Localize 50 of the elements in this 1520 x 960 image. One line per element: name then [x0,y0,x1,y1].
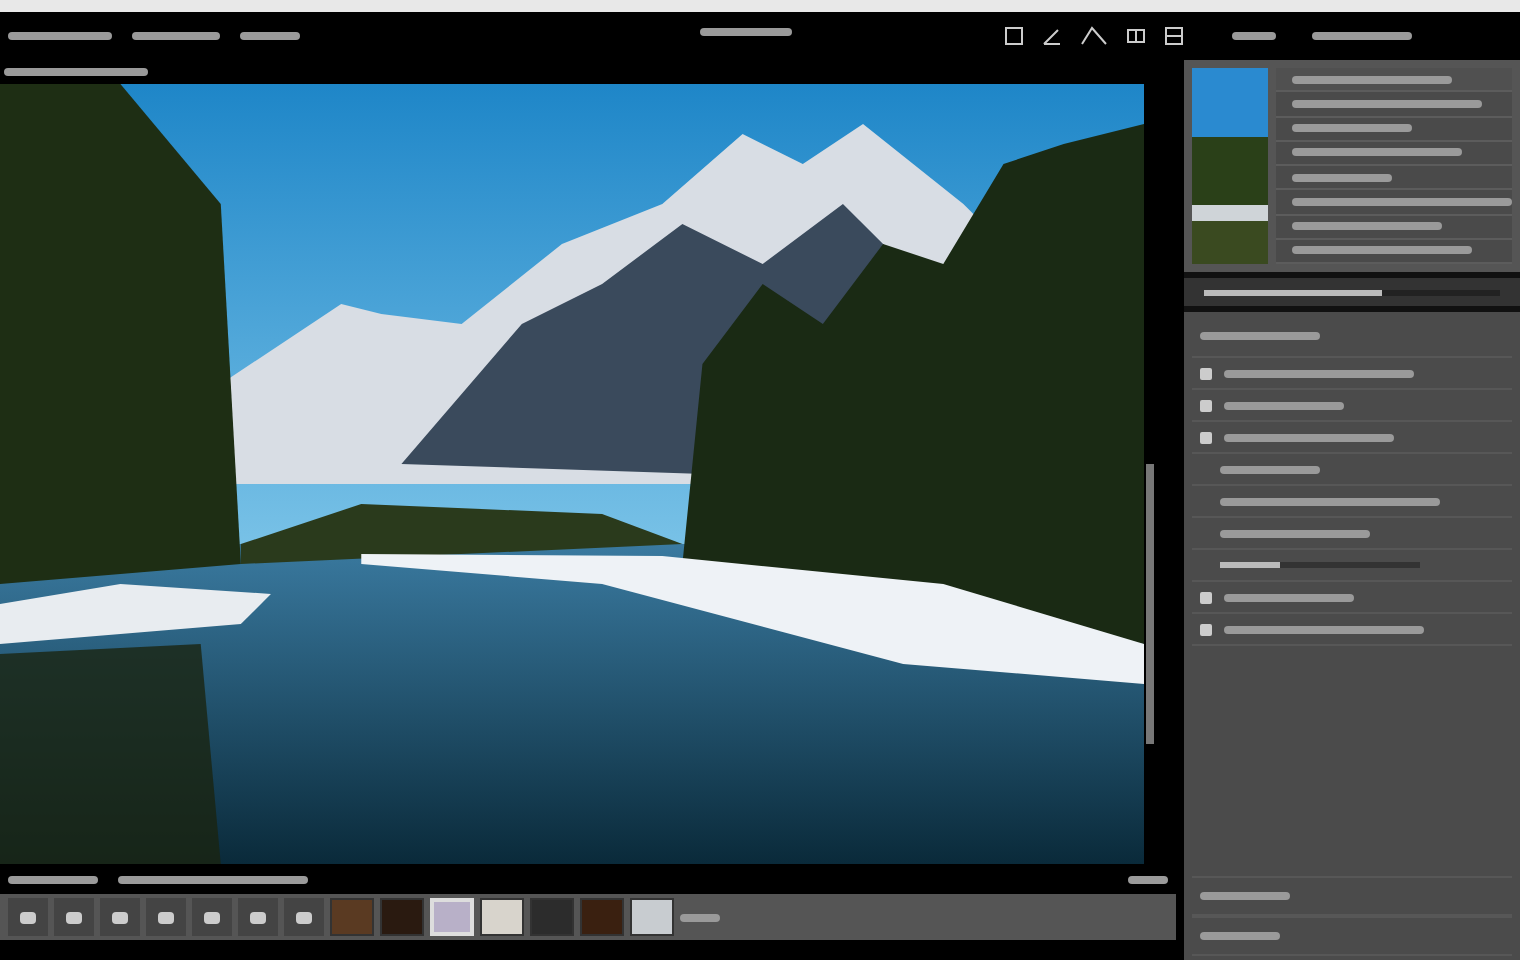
blurred-menu-label[interactable] [240,32,300,40]
blurred-caption [1128,875,1168,883]
grid-icon[interactable] [1126,26,1146,46]
photo-thumbnail[interactable] [630,898,674,936]
filmstrip-tool[interactable] [238,898,278,936]
adjustment-icon [1200,591,1212,603]
slider-track[interactable] [1220,562,1420,568]
blurred-list-item[interactable] [1292,222,1442,231]
blurred-list-item[interactable] [1292,246,1472,255]
blurred-adjustment-label[interactable] [1224,433,1394,441]
curve-icon[interactable] [1080,26,1108,46]
blurred-file-name [4,68,148,76]
photo-thumbnail[interactable] [530,898,574,936]
blurred-count-label [680,913,720,921]
pen-icon[interactable] [1042,26,1062,46]
blurred-caption [8,875,98,883]
blurred-list-item[interactable] [1292,197,1512,206]
blurred-adjustment-label[interactable] [1224,401,1344,409]
blurred-adjustment-label[interactable] [1220,529,1370,537]
blurred-adjustment-label[interactable] [1224,369,1414,377]
slider-track[interactable] [1204,289,1500,295]
adjustment-icon [1200,399,1212,411]
blurred-list-item[interactable] [1292,148,1462,157]
photo-thumbnail[interactable] [480,898,524,936]
photo-thumbnail[interactable] [580,898,624,936]
adjustment-icon [1200,623,1212,635]
adjustment-icon [1200,431,1212,443]
filmstrip-tool[interactable] [284,898,324,936]
blurred-adjustment-label[interactable] [1224,593,1354,601]
blurred-footer-label [1200,932,1280,940]
blurred-footer-label [1200,892,1290,900]
blurred-list-item[interactable] [1292,124,1412,133]
filmstrip-tool[interactable] [8,898,48,936]
blurred-adjustment-label[interactable] [1224,625,1424,633]
filmstrip-tool[interactable] [100,898,140,936]
adjustment-icon [1200,367,1212,379]
blurred-list-item[interactable] [1292,173,1392,182]
scrollbar[interactable] [1146,464,1154,744]
blurred-panel-header [1200,332,1320,340]
filmstrip-tool[interactable] [146,898,186,936]
photo-thumbnail[interactable] [330,898,374,936]
filmstrip-tool[interactable] [54,898,94,936]
square-icon[interactable] [1004,26,1024,46]
blurred-adjustment-label[interactable] [1220,465,1320,473]
blurred-window-title [700,28,792,36]
blurred-panel-tab[interactable] [1232,32,1276,40]
blurred-adjustment-label[interactable] [1220,497,1440,505]
filmstrip-tool[interactable] [192,898,232,936]
photo-thumbnail[interactable] [380,898,424,936]
blurred-list-item[interactable] [1292,99,1482,108]
